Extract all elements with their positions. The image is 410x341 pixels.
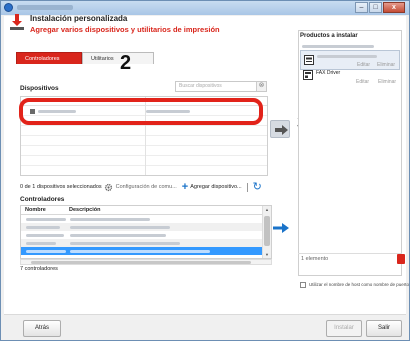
hscroll-thumb[interactable] xyxy=(31,261,251,264)
controllers-table-header: Nombre Descripción xyxy=(21,206,263,215)
remove-product-link[interactable]: Eliminar xyxy=(377,62,395,68)
devices-section-title: Dispositivos xyxy=(20,85,59,92)
config-communication-button[interactable]: Configuración de comu... xyxy=(116,184,177,190)
table-row[interactable] xyxy=(21,126,267,136)
tab-strip: Controladores Utilitarios xyxy=(16,52,154,64)
search-input[interactable]: Buscar dispositivos xyxy=(175,81,267,92)
hostname-option[interactable]: Utilizar el nombre de host como nombre d… xyxy=(300,280,409,289)
controller-desc-blurred xyxy=(70,234,166,237)
fax-driver-label: FAX Driver xyxy=(316,70,341,76)
add-controller-arrow-icon[interactable] xyxy=(272,222,290,234)
hostname-option-label: Utilizar el nombre de host como nombre d… xyxy=(309,282,410,287)
controllers-section-title: Controladores xyxy=(20,196,65,203)
controller-name-blurred xyxy=(26,218,66,221)
controller-desc-blurred xyxy=(70,218,150,221)
refresh-icon[interactable]: ↻ xyxy=(253,182,262,193)
toolbar-divider xyxy=(246,182,248,192)
title-bar[interactable]: – □ x xyxy=(1,1,409,15)
device-row-highlight[interactable] xyxy=(19,98,263,125)
product-item-printer[interactable]: Editar Eliminar xyxy=(300,50,400,70)
controller-desc-blurred xyxy=(70,242,180,245)
back-button[interactable]: Atrás xyxy=(23,320,61,337)
exit-button[interactable]: Salir xyxy=(366,320,402,337)
window-title-blurred xyxy=(17,5,73,10)
plus-icon[interactable]: + xyxy=(182,182,188,193)
gear-icon[interactable] xyxy=(104,183,113,192)
controller-name-blurred xyxy=(26,250,66,253)
table-row[interactable] xyxy=(21,156,267,166)
controller-name-blurred xyxy=(26,226,60,229)
scroll-down-icon[interactable]: ▼ xyxy=(265,252,269,257)
controller-name-blurred xyxy=(26,242,56,245)
controller-desc-blurred xyxy=(70,226,170,229)
remove-product-link[interactable]: Eliminar xyxy=(378,79,396,85)
devices-toolbar: 0 de 1 dispositivos seleccionados Config… xyxy=(20,181,270,193)
page-title: Instalación personalizada xyxy=(30,14,128,23)
product-name-blurred xyxy=(317,55,377,58)
controllers-count: 7 controladores xyxy=(20,266,58,272)
table-row[interactable] xyxy=(21,136,267,146)
tab-utilitarios[interactable]: Utilitarios xyxy=(82,52,154,64)
add-device-button[interactable]: Agregar dispositivo... xyxy=(190,184,241,190)
horizontal-scrollbar[interactable] xyxy=(20,259,272,265)
installer-icon xyxy=(10,14,24,30)
trash-icon[interactable] xyxy=(397,254,405,264)
scroll-thumb[interactable] xyxy=(264,216,270,246)
table-row[interactable] xyxy=(21,146,267,156)
edit-product-link[interactable]: Editar xyxy=(356,79,369,85)
window-controls: – □ x xyxy=(355,2,405,14)
search-icon[interactable]: ⊗ xyxy=(256,82,266,91)
elements-count: 1 elemento xyxy=(301,256,329,262)
callout-step-2: 2 xyxy=(120,52,132,74)
column-header-name[interactable]: Nombre xyxy=(25,207,46,213)
app-icon xyxy=(4,3,13,12)
printer-icon xyxy=(304,55,314,65)
fax-icon xyxy=(303,70,313,80)
tab-controladores[interactable]: Controladores xyxy=(16,52,82,64)
hostname-checkbox[interactable] xyxy=(300,281,306,288)
controller-desc-blurred xyxy=(70,250,210,253)
product-group-blurred xyxy=(302,45,374,48)
add-arrow-icon xyxy=(275,125,288,135)
page-subtitle: Agregar varios dispositivos y utilitario… xyxy=(30,25,220,34)
selection-count: 0 de 1 dispositivos seleccionados xyxy=(20,184,102,190)
products-title: Productos a instalar xyxy=(300,33,358,39)
controller-name-blurred xyxy=(26,234,64,237)
minimize-button[interactable]: – xyxy=(355,2,368,13)
column-header-description[interactable]: Descripción xyxy=(69,207,100,213)
vertical-scrollbar[interactable]: ▲ ▼ xyxy=(262,206,271,258)
scroll-up-icon[interactable]: ▲ xyxy=(265,207,269,212)
add-to-list-button[interactable] xyxy=(270,120,290,138)
install-button[interactable]: Instalar xyxy=(326,320,362,337)
close-button[interactable]: x xyxy=(383,2,405,13)
maximize-button[interactable]: □ xyxy=(369,2,382,13)
edit-product-link[interactable]: Editar xyxy=(357,62,370,68)
